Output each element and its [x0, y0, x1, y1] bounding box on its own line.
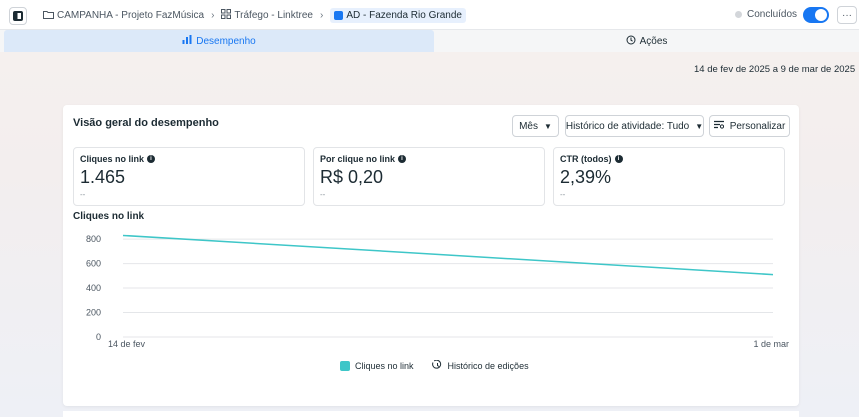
edit-history-icon	[431, 359, 443, 372]
activity-history-select[interactable]: Histórico de atividade: Tudo ▼	[565, 115, 704, 137]
metric-ctr[interactable]: CTR (todos) i 2,39% --	[553, 147, 785, 206]
x-tick-label: 1 de mar	[753, 339, 789, 349]
date-range-picker[interactable]: 14 de fev de 2025 a 9 de mar de 2025 ▼	[694, 64, 859, 75]
metric-cost-per-link-click[interactable]: Por clique no link i R$ 0,20 --	[313, 147, 545, 206]
metric-link-clicks[interactable]: Cliques no link i 1.465 --	[73, 147, 305, 206]
chart-legend: Cliques no link Histórico de edições	[340, 359, 529, 372]
grid-icon	[221, 9, 232, 22]
customize-label: Personalizar	[729, 120, 786, 132]
legend-swatch	[340, 361, 350, 371]
performance-overview-card: Visão geral do desempenho Mês ▼ Históric…	[63, 105, 799, 406]
caret-down-icon: ▼	[695, 121, 704, 131]
tab-performance[interactable]: Desempenho	[4, 30, 434, 52]
y-tick-label: 800	[86, 234, 101, 244]
status-label: Concluídos	[747, 9, 798, 20]
info-icon[interactable]: i	[398, 155, 407, 163]
bar-chart-icon	[182, 35, 192, 47]
y-tick-label: 600	[86, 259, 101, 269]
link-clicks-chart: 0 200 400 600 800 14 de fev 1 de mar	[86, 234, 789, 349]
breadcrumb-ad[interactable]: AD - Fazenda Rio Grande	[330, 8, 466, 23]
more-options-button[interactable]: ···	[837, 6, 857, 24]
y-tick-label: 0	[96, 332, 101, 342]
metric-comparison: --	[80, 190, 86, 199]
legend-label: Histórico de edições	[447, 361, 529, 371]
chart-title: Cliques no link	[73, 211, 145, 222]
breadcrumb-adset[interactable]: Tráfego - Linktree	[221, 9, 313, 22]
customize-icon	[713, 120, 724, 132]
breadcrumb-adset-label: Tráfego - Linktree	[234, 10, 313, 21]
metric-label-row: CTR (todos) i	[560, 154, 778, 164]
legend-item-link-clicks[interactable]: Cliques no link	[340, 361, 414, 371]
tab-bar: Desempenho Ações	[0, 30, 859, 52]
sidebar-toggle-button[interactable]	[9, 7, 27, 25]
breadcrumb-ad-label: AD - Fazenda Rio Grande	[346, 10, 462, 21]
next-card-edge	[63, 411, 799, 417]
chevron-right-icon: ›	[319, 10, 324, 21]
more-icon: ···	[842, 9, 852, 21]
legend-item-edit-history[interactable]: Histórico de edições	[431, 359, 529, 372]
info-icon[interactable]: i	[614, 155, 623, 163]
customize-button[interactable]: Personalizar	[709, 115, 790, 137]
metric-label-row: Por clique no link i	[320, 154, 538, 164]
metric-label: CTR (todos)	[560, 154, 612, 164]
breadcrumb: CAMPANHA - Projeto FazMúsica › Tráfego -…	[43, 8, 466, 23]
toggle-knob	[815, 9, 827, 21]
caret-down-icon: ▼	[544, 121, 552, 131]
top-bar: CAMPANHA - Projeto FazMúsica › Tráfego -…	[0, 0, 859, 30]
y-tick-label: 200	[86, 308, 101, 318]
period-select[interactable]: Mês ▼	[512, 115, 559, 137]
metric-label: Cliques no link	[80, 154, 145, 164]
status-dot-icon	[735, 11, 742, 18]
activity-history-label: Histórico de atividade: Tudo	[565, 120, 690, 132]
history-icon	[626, 35, 636, 48]
metric-value: 2,39%	[560, 167, 612, 187]
tab-performance-label: Desempenho	[196, 35, 256, 47]
metric-value: 1.465	[80, 167, 126, 187]
card-title: Visão geral do desempenho	[73, 117, 219, 129]
metric-comparison: --	[320, 190, 326, 199]
sidebar-icon	[13, 11, 23, 21]
status-toggle[interactable]	[803, 7, 829, 23]
tab-actions-label: Ações	[639, 35, 668, 47]
period-select-label: Mês	[519, 120, 538, 132]
metric-comparison: --	[560, 190, 566, 199]
breadcrumb-campaign-label: CAMPANHA - Projeto FazMúsica	[57, 10, 205, 21]
date-range-label: 14 de fev de 2025 a 9 de mar de 2025	[694, 64, 856, 75]
series-line-link-clicks[interactable]	[122, 234, 774, 276]
metric-label-row: Cliques no link i	[80, 154, 298, 164]
ad-icon	[334, 11, 344, 20]
chevron-right-icon: ›	[211, 10, 215, 21]
tab-actions[interactable]: Ações	[434, 30, 859, 52]
legend-label: Cliques no link	[355, 361, 414, 371]
metric-value: R$ 0,20	[320, 167, 384, 187]
y-tick-label: 400	[86, 283, 101, 293]
folder-icon	[43, 10, 54, 22]
metric-label: Por clique no link	[320, 154, 396, 164]
info-icon[interactable]: i	[147, 155, 156, 163]
breadcrumb-campaign[interactable]: CAMPANHA - Projeto FazMúsica	[43, 10, 204, 22]
x-tick-label: 14 de fev	[108, 339, 146, 349]
status-indicator: Concluídos	[735, 9, 797, 20]
